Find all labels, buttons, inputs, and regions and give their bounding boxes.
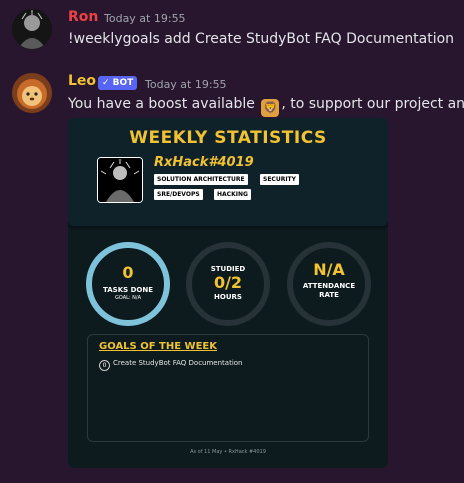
tag-security: SECURITY <box>260 174 299 185</box>
ron-username[interactable]: Ron <box>68 9 98 25</box>
user-discriminator: #4019 <box>208 155 254 170</box>
rate-label: RATE <box>319 291 339 299</box>
profile-panel: WEEKLY STATISTICS RxHack#4019 SOLUTION A… <box>68 118 388 226</box>
ron-timestamp: Today at 19:55 <box>104 12 186 25</box>
leo-timestamp: Today at 19:55 <box>145 78 227 91</box>
user-handle: RxHack#4019 <box>154 155 254 170</box>
studied-hours-stat: STUDIED 0/2 HOURS <box>186 242 270 326</box>
leo-message-part1: You have a boost available <box>68 96 255 112</box>
lion-emoji-icon: 🦁 <box>261 99 280 117</box>
tasks-done-value: 0 <box>122 263 134 282</box>
tag-sre-devops: SRE/DEVOPS <box>154 189 203 200</box>
attendance-label: ATTENDANCE <box>302 282 356 290</box>
goals-of-the-week: GOALS OF THE WEEK 0 Create StudyBot FAQ … <box>87 334 369 442</box>
card-title: WEEKLY STATISTICS <box>129 128 327 148</box>
tasks-done-label: TASKS DONE <box>103 286 153 294</box>
profile-picture <box>97 157 143 203</box>
leo-message-part2: , to support our project and e <box>281 96 464 112</box>
studied-value: 0/2 <box>213 273 243 292</box>
ron-message-text: !weeklygoals add Create StudyBot FAQ Doc… <box>68 31 455 47</box>
tasks-goal-label: GOAL: N/A <box>114 295 142 301</box>
goal-text: Create StudyBot FAQ Documentation <box>113 359 243 367</box>
bot-badge: ✓ BOT <box>98 76 138 90</box>
tag-hacking: HACKING <box>214 189 251 200</box>
leo-avatar[interactable] <box>12 73 52 113</box>
leo-username[interactable]: Leo <box>68 73 96 89</box>
weekly-stats-card: WEEKLY STATISTICS RxHack#4019 SOLUTION A… <box>68 118 388 468</box>
attendance-rate-stat: N/A ATTENDANCE RATE <box>287 242 371 326</box>
tag-solution-architecture: SOLUTION ARCHITECTURE <box>154 174 248 185</box>
leo-message-text: You have a boost available 🦁, to support… <box>68 96 464 117</box>
attendance-value: N/A <box>313 260 345 279</box>
ron-avatar[interactable] <box>12 9 52 49</box>
goal-number: 0 <box>99 360 110 371</box>
hours-label: HOURS <box>214 293 242 301</box>
card-footer: As of 11 May • RxHack #4019 <box>190 449 266 455</box>
goals-title: GOALS OF THE WEEK <box>99 341 217 352</box>
tasks-done-stat: 0 TASKS DONE GOAL: N/A <box>86 242 170 326</box>
user-name: RxHack <box>154 155 209 170</box>
